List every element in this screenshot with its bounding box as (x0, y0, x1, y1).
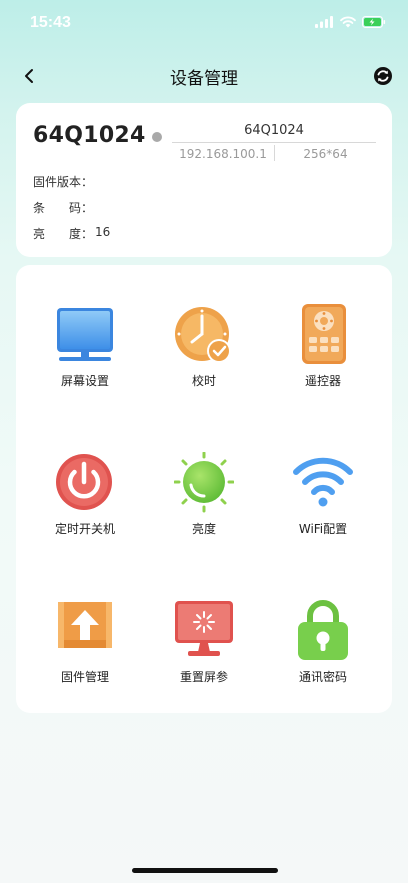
time-sync-button[interactable]: 校时 (145, 304, 263, 414)
function-grid: 屏幕设置 校时 遥控器 定时开关机 亮度 WiFi配置 固件管理 重置屏参 通讯… (16, 265, 392, 713)
wifi-config-button[interactable]: WiFi配置 (264, 452, 382, 562)
home-indicator[interactable] (132, 868, 278, 873)
screen-settings-button[interactable]: 屏幕设置 (26, 304, 144, 414)
barcode-label: 条 码： (33, 201, 94, 215)
brightness-button[interactable]: 亮度 (145, 452, 263, 562)
comm-password-label: 通讯密码 (298, 670, 347, 684)
device-name: 64Q1024 (33, 123, 146, 148)
connection-status-dot (152, 132, 162, 142)
page-title: 设备管理 (170, 69, 238, 89)
wifi-icon (293, 457, 353, 507)
device-info-card: 64Q1024 64Q1024 192.168.100.1 256*64 固件版… (16, 103, 392, 257)
reset-params-button[interactable]: 重置屏参 (145, 600, 263, 710)
firmware-management-label: 固件管理 (60, 670, 109, 684)
time-sync-label: 校时 (191, 374, 216, 388)
firmware-label: 固件版本： (33, 175, 94, 189)
comm-password-button[interactable]: 通讯密码 (264, 600, 382, 710)
lock-icon (298, 600, 348, 660)
status-bar: 15:43 (0, 0, 408, 48)
device-id: 64Q1024 (244, 123, 304, 138)
refresh-icon (374, 67, 392, 85)
brightness-label-item: 亮度 (191, 522, 216, 536)
device-ip: 192.168.100.1 (179, 147, 267, 161)
sun-icon (174, 452, 234, 513)
cellular-signal-icon (315, 16, 333, 28)
status-time: 15:43 (30, 14, 71, 31)
reset-params-label: 重置屏参 (179, 670, 228, 684)
navbar: 设备管理 (0, 56, 408, 96)
wifi-config-label: WiFi配置 (298, 522, 348, 536)
power-schedule-label: 定时开关机 (54, 522, 115, 536)
upload-icon (58, 602, 112, 648)
remote-control-button[interactable]: 遥控器 (264, 304, 382, 414)
firmware-row: 固件版本： (33, 173, 95, 190)
battery-charging-icon (362, 16, 386, 28)
brightness-label: 亮 度： (33, 227, 94, 241)
brightness-value: 16 (95, 225, 111, 239)
power-icon (56, 454, 112, 510)
brightness-row: 亮 度： 16 (33, 225, 110, 242)
power-schedule-button[interactable]: 定时开关机 (26, 452, 144, 562)
status-icons (315, 16, 386, 28)
barcode-row: 条 码： (33, 199, 95, 216)
reset-screen-icon (175, 601, 233, 656)
firmware-management-button[interactable]: 固件管理 (26, 600, 144, 710)
device-resolution: 256*64 (303, 147, 348, 161)
remote-control-label: 遥控器 (304, 374, 341, 388)
clock-check-icon (175, 307, 231, 363)
refresh-button[interactable] (372, 65, 394, 87)
screen-settings-label: 屏幕设置 (60, 374, 109, 388)
monitor-icon (57, 308, 113, 361)
wifi-status-icon (340, 16, 356, 28)
remote-icon (302, 304, 346, 364)
divider (172, 142, 376, 143)
